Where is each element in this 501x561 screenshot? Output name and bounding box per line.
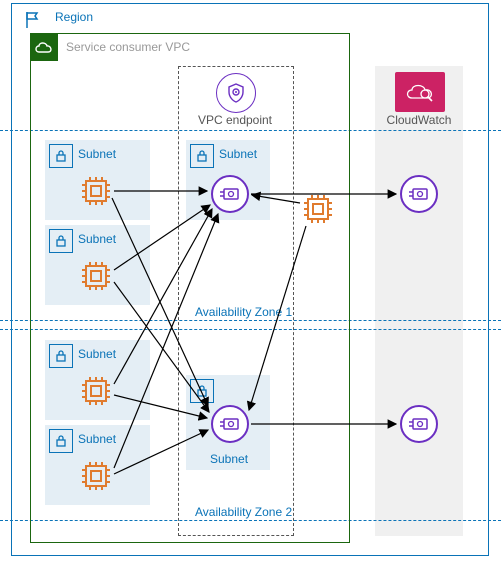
private-lock-icon [49,229,73,253]
ec2-instance-icon [302,193,334,225]
az2-label: Availability Zone 2 [195,505,292,519]
endpoint-shield-icon [216,73,256,113]
network-interface-icon [211,405,249,443]
az1-label: Availability Zone 1 [195,305,292,319]
subnet-d-label: Subnet [78,432,116,446]
network-interface-icon [211,175,249,213]
ec2-instance-icon [80,460,112,492]
diagram-canvas: Region Service consumer VPC VPC endpoint… [0,0,501,561]
network-interface-icon [400,175,438,213]
network-interface-icon [400,405,438,443]
subnet-endpoint-az1-label: Subnet [219,147,257,161]
ec2-instance-icon [80,175,112,207]
region-flag-icon [23,10,43,30]
subnet-a-label: Subnet [78,147,116,161]
vpc-endpoint-label: VPC endpoint [195,113,275,127]
private-lock-icon [190,379,214,403]
private-lock-icon [49,144,73,168]
ec2-instance-icon [80,260,112,292]
ec2-instance-icon [80,375,112,407]
private-lock-icon [49,344,73,368]
cloudwatch-magnifier-icon [395,72,445,112]
subnet-c-label: Subnet [78,347,116,361]
private-lock-icon [190,144,214,168]
vpc-cloud-icon [30,33,58,61]
region-label: Region [55,10,93,24]
subnet-b-label: Subnet [78,232,116,246]
vpc-label: Service consumer VPC [66,40,190,54]
private-lock-icon [49,429,73,453]
cloudwatch-label: CloudWatch [380,113,458,127]
subnet-endpoint-az2-label: Subnet [210,452,248,466]
